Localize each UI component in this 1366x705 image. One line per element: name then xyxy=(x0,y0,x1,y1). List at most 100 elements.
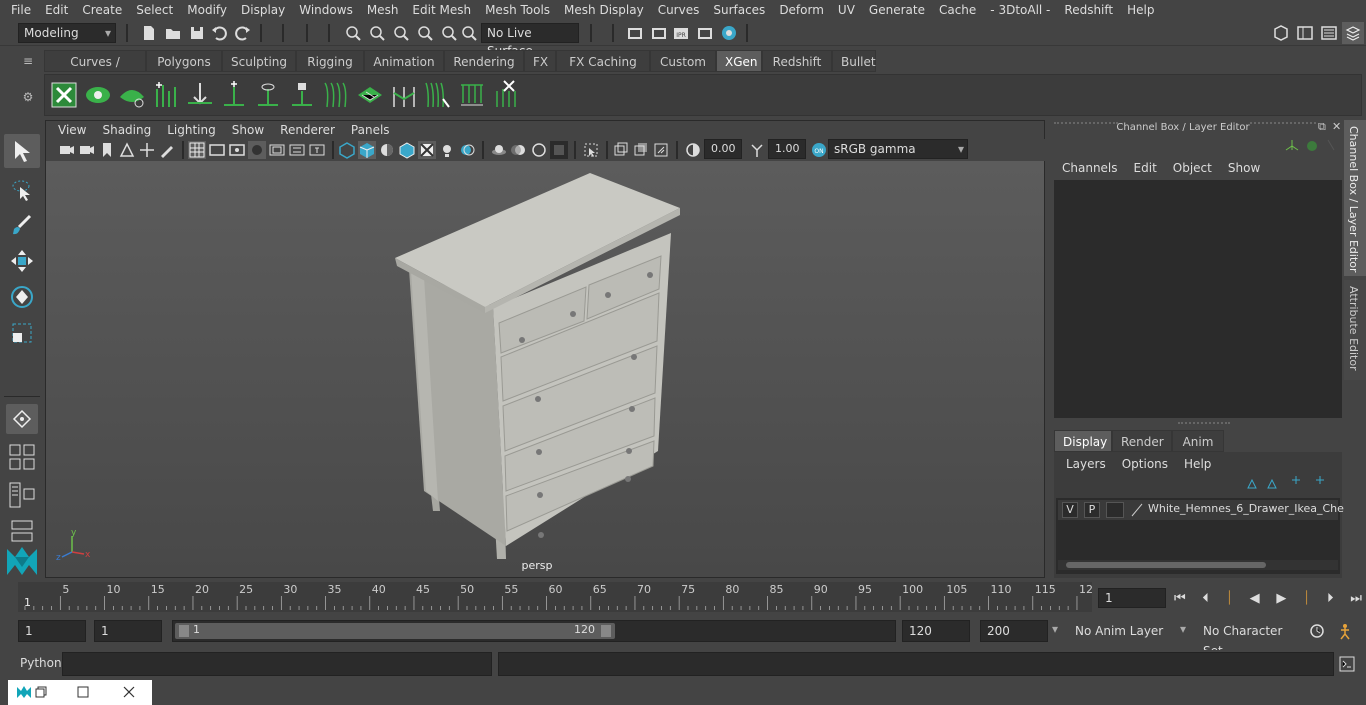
snap-view-icon[interactable] xyxy=(416,24,434,42)
redo-icon[interactable] xyxy=(234,24,252,42)
shadows-icon[interactable] xyxy=(458,141,476,159)
paint-select-tool-button[interactable] xyxy=(4,208,40,242)
menu-modify[interactable]: Modify xyxy=(180,3,234,17)
exposure-field[interactable]: 0.00 xyxy=(704,139,742,159)
playback-end-field[interactable]: 120 xyxy=(902,620,970,642)
scale-tool-button[interactable] xyxy=(4,316,40,350)
depth-of-field-icon[interactable] xyxy=(550,141,568,159)
layer-actions-icon[interactable] xyxy=(1244,476,1340,492)
close-icon[interactable] xyxy=(122,685,136,699)
xgen-guide-tool-icon[interactable] xyxy=(185,79,215,111)
close-icon[interactable]: ✕ xyxy=(1332,120,1341,133)
3d-viewport[interactable]: y x z persp xyxy=(46,161,1044,577)
menu-select[interactable]: Select xyxy=(129,3,180,17)
layer-row[interactable]: V P White_Hemnes_6_Drawer_Ikea_Chest xyxy=(1058,500,1354,520)
hypershade-icon[interactable] xyxy=(720,24,738,42)
channel-menu-channels[interactable]: Channels xyxy=(1054,158,1126,178)
float-window-icon[interactable]: ⧉ xyxy=(1318,120,1326,134)
layer-tab-anim[interactable]: Anim xyxy=(1172,430,1224,452)
viewport-menu-panels[interactable]: Panels xyxy=(343,123,398,137)
use-all-lights-icon[interactable] xyxy=(438,141,456,159)
select-tool-button[interactable] xyxy=(4,134,40,168)
shelf-tab-xgen[interactable]: XGen xyxy=(716,50,762,72)
attribute-toggle-icon[interactable] xyxy=(1320,24,1338,42)
layer-display-type-toggle[interactable] xyxy=(1106,502,1124,518)
isolate-select-icon[interactable] xyxy=(582,141,600,159)
maximize-icon[interactable] xyxy=(76,685,90,699)
ambient-occlusion-icon[interactable] xyxy=(490,141,508,159)
xray-joints-icon[interactable] xyxy=(612,141,630,159)
snap-live-icon[interactable] xyxy=(460,24,478,42)
menu-surfaces[interactable]: Surfaces xyxy=(706,3,772,17)
motion-blur-icon[interactable] xyxy=(510,141,528,159)
menu-file[interactable]: File xyxy=(4,3,38,17)
xgen-comb-icon[interactable] xyxy=(457,79,487,111)
range-handle[interactable]: 1 120 xyxy=(175,623,615,639)
grid-toggle-icon[interactable] xyxy=(188,141,206,159)
save-scene-icon[interactable] xyxy=(188,24,206,42)
backface-culling-icon[interactable] xyxy=(652,141,670,159)
2d-pan-icon[interactable] xyxy=(138,141,156,159)
xgen-guides-to-curves-icon[interactable] xyxy=(321,79,351,111)
snap-point-icon[interactable] xyxy=(392,24,410,42)
show-manipulator-button[interactable] xyxy=(6,404,38,434)
channel-list[interactable] xyxy=(1054,180,1342,418)
restore-icon[interactable] xyxy=(34,685,48,699)
render-view-icon[interactable] xyxy=(626,24,644,42)
current-frame-field[interactable]: 1 xyxy=(1098,588,1166,608)
end-time-field[interactable]: 200 xyxy=(980,620,1048,642)
live-surface-field[interactable]: No Live Surface xyxy=(481,23,579,58)
gamma-icon[interactable] xyxy=(748,141,766,159)
script-editor-icon[interactable] xyxy=(1338,655,1356,673)
range-track[interactable]: 1 120 xyxy=(172,620,896,642)
shelf-tab-curves-surfaces[interactable]: Curves / Surfaces xyxy=(44,50,146,91)
prev-key-icon[interactable]: ⏐ xyxy=(1226,591,1233,606)
character-set-dropdown[interactable]: No Character Set xyxy=(1196,620,1300,658)
viewport-menu-view[interactable]: View xyxy=(50,123,94,137)
xgen-grid-icon[interactable] xyxy=(355,79,385,111)
gate-mask-icon[interactable] xyxy=(248,141,266,159)
command-input[interactable] xyxy=(62,652,492,676)
safe-action-icon[interactable] xyxy=(288,141,306,159)
ipr-render-icon[interactable]: IPR xyxy=(672,24,690,42)
workspace-icon[interactable] xyxy=(1272,24,1290,42)
xgen-editor-icon[interactable] xyxy=(49,79,79,111)
viewport-menu-shading[interactable]: Shading xyxy=(94,123,159,137)
anti-aliasing-icon[interactable] xyxy=(530,141,548,159)
shelf-tab-sculpting[interactable]: Sculpting xyxy=(222,50,296,72)
play-forward-icon[interactable]: ▶ xyxy=(1276,591,1286,606)
maya-logo-button[interactable] xyxy=(4,544,40,578)
chevron-down-icon[interactable]: ▾ xyxy=(1052,622,1058,636)
bookmark-icon[interactable] xyxy=(98,141,116,159)
side-tab-channel-box[interactable]: Channel Box / Layer Editor xyxy=(1344,120,1366,276)
xgen-add-guide-icon[interactable] xyxy=(151,79,181,111)
mode-selector[interactable]: Modeling ▾ xyxy=(18,23,116,43)
shelf-tab-redshift[interactable]: Redshift xyxy=(762,50,832,72)
start-time-field[interactable]: 1 xyxy=(18,620,86,642)
channel-box-options-icon[interactable] xyxy=(1284,138,1338,154)
layer-color-icon[interactable] xyxy=(1130,503,1144,517)
xgen-select-guide-icon[interactable] xyxy=(253,79,283,111)
camera-select-icon[interactable] xyxy=(58,141,76,159)
shelf-tab-fx[interactable]: FX xyxy=(524,50,556,72)
layout-persp-graph-button[interactable] xyxy=(4,516,40,546)
channel-box-toggle-icon[interactable] xyxy=(1342,22,1364,44)
menu-mesh-display[interactable]: Mesh Display xyxy=(557,3,651,17)
default-material-icon[interactable] xyxy=(378,141,396,159)
channel-menu-show[interactable]: Show xyxy=(1220,158,1268,178)
menu-edit-mesh[interactable]: Edit Mesh xyxy=(405,3,478,17)
color-space-dropdown[interactable]: sRGB gamma ▾ xyxy=(828,139,968,159)
shelf-tab-rigging[interactable]: Rigging xyxy=(296,50,364,72)
menu-windows[interactable]: Windows xyxy=(292,3,360,17)
xray-icon[interactable] xyxy=(418,141,436,159)
shelf-menu-icon[interactable]: ≡ xyxy=(18,54,38,72)
go-to-end-icon[interactable]: ⏭ xyxy=(1350,591,1362,606)
gamma-field[interactable]: 1.00 xyxy=(768,139,806,159)
snap-surface-icon[interactable] xyxy=(440,24,458,42)
side-tab-attribute-editor[interactable]: Attribute Editor xyxy=(1344,280,1366,380)
channel-menu-object[interactable]: Object xyxy=(1165,158,1220,178)
menu-redshift[interactable]: Redshift xyxy=(1057,3,1120,17)
menu-mesh-tools[interactable]: Mesh Tools xyxy=(478,3,557,17)
layer-scrollbar[interactable] xyxy=(1058,560,1338,570)
lasso-tool-button[interactable] xyxy=(4,172,40,206)
